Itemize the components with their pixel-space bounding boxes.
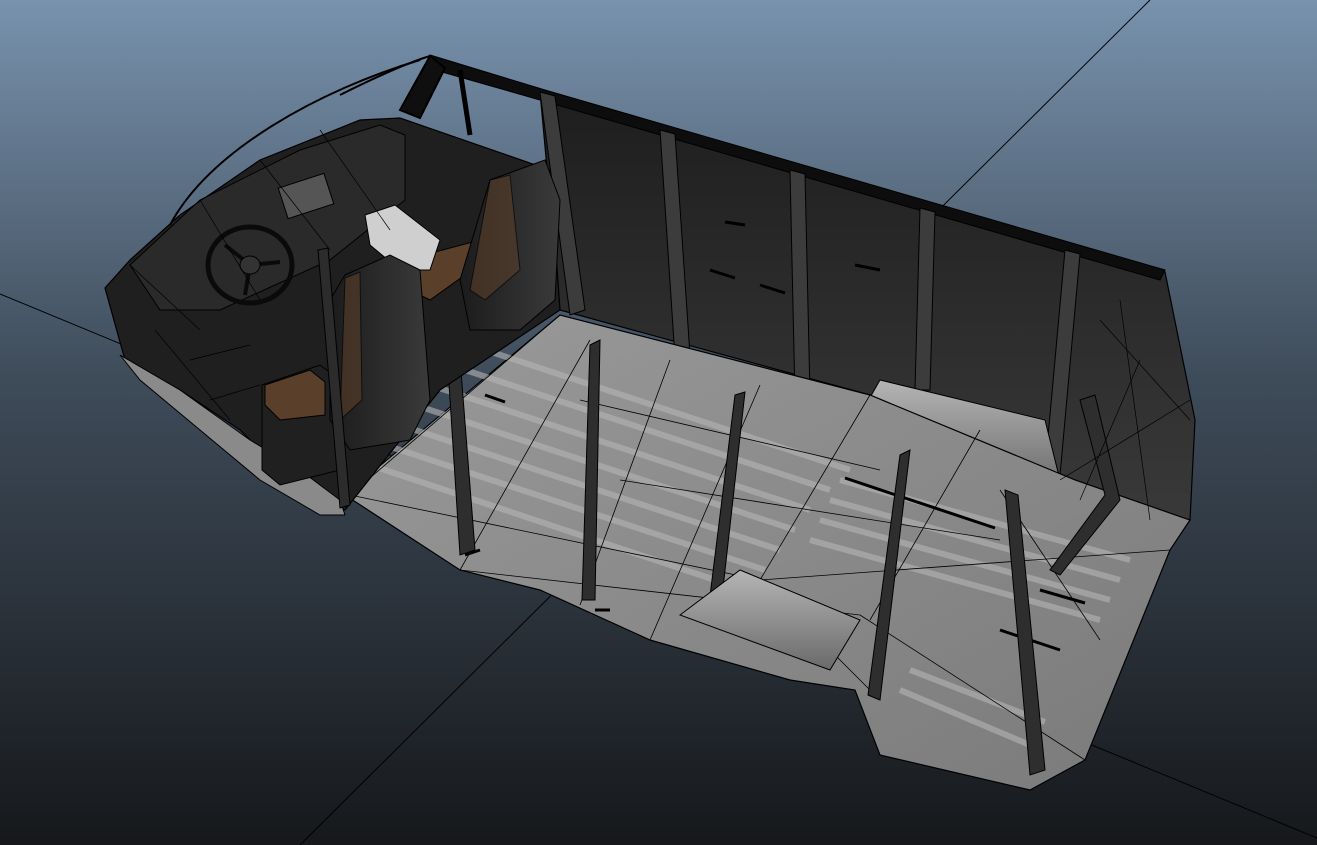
van-model[interactable] [104,54,1196,791]
scene-svg[interactable] [0,0,1317,845]
3d-viewport[interactable] [0,0,1317,845]
